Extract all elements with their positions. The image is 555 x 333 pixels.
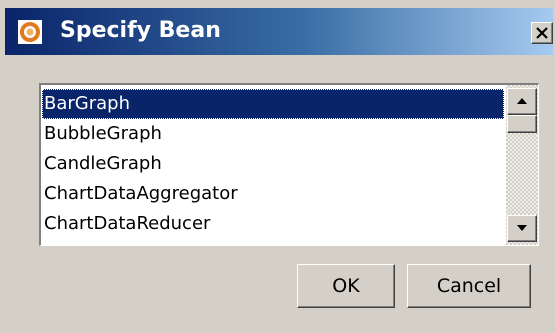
bean-list-items: BarGraph BubbleGraph CandleGraph ChartDa… [42,89,504,239]
title-bar[interactable]: Specify Bean [5,8,553,55]
list-item-bargraph[interactable]: BarGraph [42,89,504,119]
cancel-button[interactable]: Cancel [407,264,531,308]
arrow-down-icon [517,225,527,231]
specify-bean-dialog: Specify Bean BarGraph BubbleGraph Candle… [0,0,555,333]
arrow-up-icon [517,98,527,104]
list-item-chartdataaggregator[interactable]: ChartDataAggregator [42,179,504,209]
list-scrollbar[interactable] [506,85,538,245]
close-icon [536,27,548,39]
java-coffee-icon [18,20,42,44]
bean-list[interactable]: BarGraph BubbleGraph CandleGraph ChartDa… [39,83,539,246]
scroll-up-button[interactable] [507,88,537,115]
list-item-candlegraph[interactable]: CandleGraph [42,149,504,179]
scroll-down-button[interactable] [507,215,537,242]
ok-button[interactable]: OK [297,264,395,308]
list-item-bubblegraph[interactable]: BubbleGraph [42,119,504,149]
list-item-chartdatareducer[interactable]: ChartDataReducer [42,209,504,239]
close-button[interactable] [531,22,553,44]
window-title: Specify Bean [60,18,221,43]
scroll-thumb[interactable] [507,115,537,133]
